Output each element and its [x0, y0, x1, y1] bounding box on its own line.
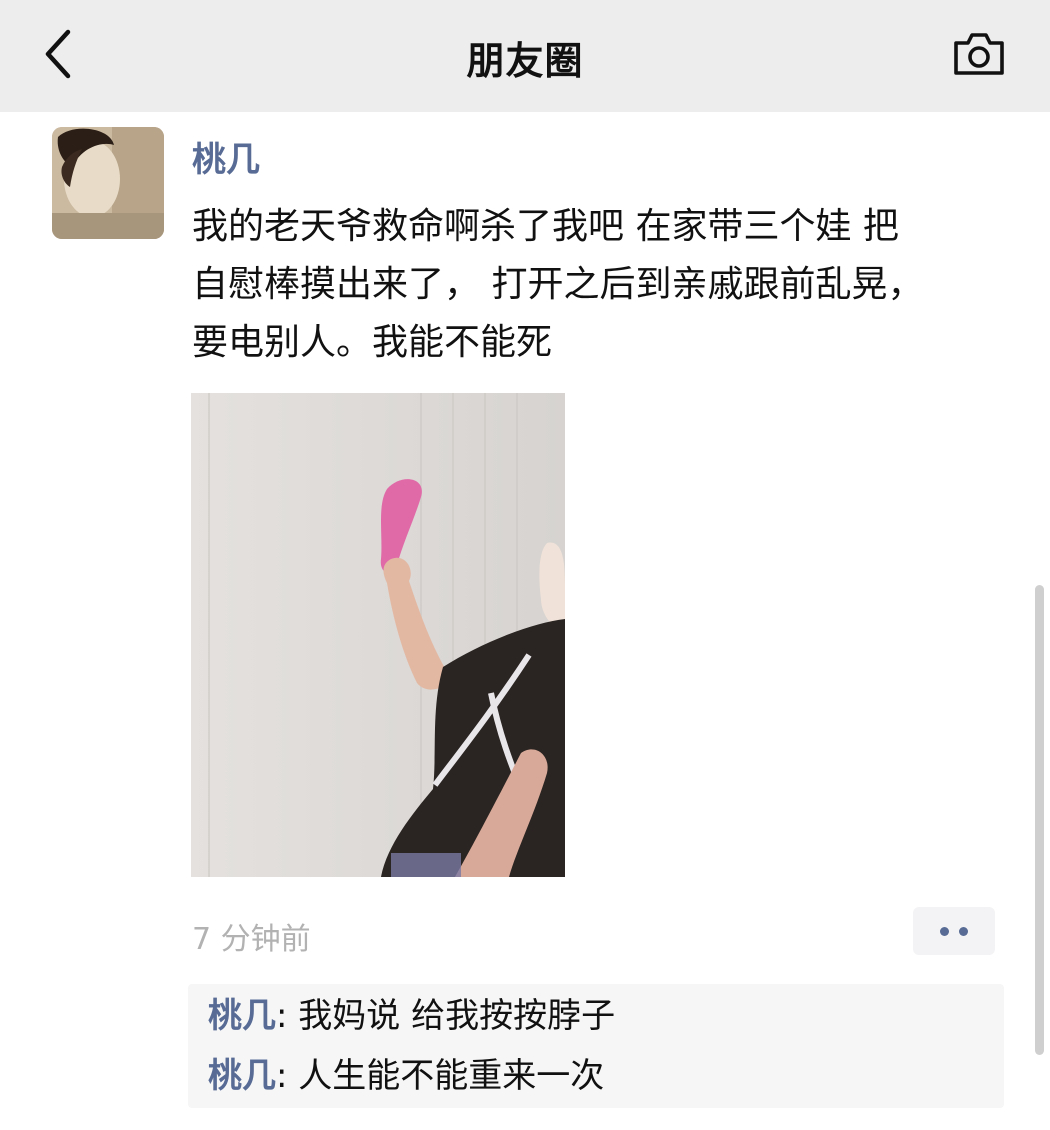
navigation-bar: 朋友圈: [0, 0, 1050, 112]
scrollbar[interactable]: [1035, 585, 1044, 1055]
comments-box: 桃几: 我妈说 给我按按脖子 桃几: 人生能不能重来一次: [188, 984, 1004, 1108]
avatar[interactable]: [52, 127, 164, 239]
moments-page: 朋友圈 桃几 我的老天爷救命啊杀了我吧 在家带三个娃 把 自慰棒摸出来了， 打开…: [0, 0, 1050, 1130]
post-text-line: 自慰棒摸出来了， 打开之后到亲戚跟前乱晃，: [192, 264, 924, 305]
more-actions-button[interactable]: [913, 907, 995, 955]
post-text-line: 我的老天爷救命啊杀了我吧 在家带三个娃 把: [192, 206, 899, 247]
comment-separator: :: [276, 1056, 299, 1096]
comment-text: 人生能不能重来一次: [298, 1056, 605, 1096]
author-name[interactable]: 桃几: [192, 132, 260, 181]
comment-author[interactable]: 桃几: [208, 996, 276, 1036]
camera-icon: [954, 33, 1004, 75]
post-text-line: 要电别人。我能不能死: [192, 322, 553, 363]
comment-author[interactable]: 桃几: [208, 1056, 276, 1096]
more-dots-icon: [959, 926, 968, 936]
post-timestamp: 7 分钟前: [192, 922, 311, 957]
post-text: 我的老天爷救命啊杀了我吧 在家带三个娃 把 自慰棒摸出来了， 打开之后到亲戚跟前…: [192, 198, 1002, 372]
page-title: 朋友圈: [466, 39, 584, 83]
comment-text: 我妈说 给我按按脖子: [298, 996, 616, 1036]
comment-item[interactable]: 桃几: 人生能不能重来一次: [208, 1054, 604, 1098]
post-photo[interactable]: [191, 393, 565, 877]
comment-separator: :: [276, 996, 299, 1036]
more-dots-icon: [940, 926, 949, 936]
camera-button[interactable]: [948, 26, 1010, 82]
comment-item[interactable]: 桃几: 我妈说 给我按按脖子: [208, 994, 615, 1038]
